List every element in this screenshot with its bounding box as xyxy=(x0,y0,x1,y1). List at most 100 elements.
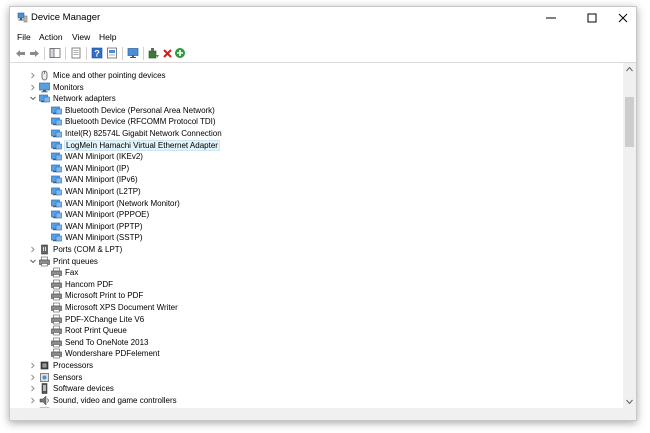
tree-item-label: PDF-XChange Lite V6 xyxy=(65,314,145,324)
enable-device-icon xyxy=(175,48,185,58)
printer-icon xyxy=(51,337,62,348)
device-view-icon xyxy=(107,47,117,59)
tree-category[interactable]: Network adapters xyxy=(11,93,611,104)
network-icon xyxy=(51,152,62,161)
collapsed-chevron-icon[interactable] xyxy=(29,244,37,255)
tree-device[interactable]: WAN Miniport (IP) xyxy=(11,163,611,174)
tree-device[interactable]: Fax xyxy=(11,267,611,278)
menu-view[interactable]: View xyxy=(72,32,90,42)
tree-device[interactable]: WAN Miniport (PPPOE) xyxy=(11,209,611,220)
help-button[interactable]: ? xyxy=(90,46,104,60)
tree-device[interactable]: Intel(R) 82574L Gigabit Network Connecti… xyxy=(11,128,611,139)
toolbar-separator xyxy=(65,47,66,60)
maximize-icon xyxy=(587,13,596,23)
tree-device[interactable]: WAN Miniport (IPv6) xyxy=(11,174,611,185)
collapsed-chevron-icon[interactable] xyxy=(29,360,37,371)
show-hide-icon xyxy=(49,48,61,58)
tree-device[interactable]: WAN Miniport (PPTP) xyxy=(11,221,611,232)
window-title: Device Manager xyxy=(31,12,101,23)
printer-icon xyxy=(51,291,62,301)
tree-device[interactable]: PDF-XChange Lite V6 xyxy=(11,314,611,325)
tree-category[interactable]: Mice and other pointing devices xyxy=(11,70,611,81)
forward-button[interactable] xyxy=(27,46,41,60)
tree-device[interactable]: Bluetooth Device (Personal Area Network) xyxy=(11,105,611,116)
network-icon xyxy=(51,234,62,242)
network-icon xyxy=(51,118,62,126)
tree-device[interactable]: Bluetooth Device (RFCOMM Protocol TDI) xyxy=(11,116,611,127)
enable-device-button[interactable] xyxy=(173,46,187,60)
update-driver-icon xyxy=(148,48,159,59)
processor-icon xyxy=(40,361,49,370)
tree-device[interactable]: Hancom PDF xyxy=(11,279,611,290)
tree-item-label: Root Print Queue xyxy=(65,326,127,336)
back-icon xyxy=(15,49,25,57)
close-button[interactable] xyxy=(608,7,637,29)
collapsed-chevron-icon[interactable] xyxy=(29,372,37,383)
tree-category[interactable]: Sound, video and game controllers xyxy=(11,395,611,406)
expanded-chevron-icon[interactable] xyxy=(29,93,37,104)
show-hide-console-tree-button[interactable] xyxy=(48,46,62,60)
tree-device[interactable]: Send To OneNote 2013 xyxy=(11,337,611,348)
collapsed-chevron-icon[interactable] xyxy=(29,383,37,394)
scroll-down-icon[interactable] xyxy=(626,399,633,405)
tree-item-label: LogMeIn Hamachi Virtual Ethernet Adapter xyxy=(64,139,220,151)
tree-category[interactable]: Sensors xyxy=(11,372,611,383)
svg-text:?: ? xyxy=(94,49,100,59)
tree-item-label: Sound, video and game controllers xyxy=(53,395,177,405)
menu-bar: File Action View Help xyxy=(10,29,636,44)
maximize-button[interactable] xyxy=(577,7,606,29)
tree-device[interactable]: WAN Miniport (SSTP) xyxy=(11,232,611,243)
uninstall-device-button[interactable] xyxy=(160,46,174,60)
printer-icon xyxy=(51,279,62,290)
tree-device[interactable]: WAN Miniport (Network Monitor) xyxy=(11,198,611,209)
device-tree[interactable]: Mice and other pointing devices Monitors N… xyxy=(11,63,623,408)
tree-item-label: Send To OneNote 2013 xyxy=(65,337,149,347)
toolbar-separator xyxy=(86,47,87,60)
minimize-icon xyxy=(545,17,556,19)
device-manager-window: Device Manager File Action View Help ? M… xyxy=(9,6,637,421)
minimize-button[interactable] xyxy=(536,7,565,29)
collapsed-chevron-icon[interactable] xyxy=(29,395,37,406)
toolbar-separator xyxy=(122,47,123,60)
network-icon xyxy=(51,199,62,207)
tree-device[interactable]: Root Print Queue xyxy=(11,325,611,336)
vertical-scroll-thumb[interactable] xyxy=(625,97,634,147)
tree-device[interactable]: WAN Miniport (L2TP) xyxy=(11,186,611,197)
scan-hardware-button[interactable] xyxy=(126,46,140,60)
tree-device[interactable]: Microsoft XPS Document Writer xyxy=(11,302,611,313)
forward-icon xyxy=(29,49,39,57)
back-button[interactable] xyxy=(13,46,27,60)
tree-category[interactable]: Software devices xyxy=(11,383,611,394)
properties-button[interactable] xyxy=(69,46,83,60)
expanded-chevron-icon[interactable] xyxy=(29,256,37,267)
tree-category[interactable]: Print queues xyxy=(11,256,611,267)
update-driver-button[interactable] xyxy=(147,46,161,60)
network-icon xyxy=(51,210,62,219)
software-device-icon xyxy=(41,383,48,394)
scroll-up-icon[interactable] xyxy=(626,66,633,72)
collapsed-chevron-icon[interactable] xyxy=(29,82,37,93)
tree-item-label: Network adapters xyxy=(53,94,116,104)
tree-item-label: Software devices xyxy=(53,384,114,394)
collapsed-chevron-icon[interactable] xyxy=(29,70,37,81)
uninstall-icon xyxy=(162,48,172,58)
printer-icon xyxy=(51,267,62,278)
network-icon xyxy=(51,106,62,115)
tree-device[interactable]: Microsoft Print to PDF xyxy=(11,290,611,301)
tree-device[interactable]: Wondershare PDFelement xyxy=(11,348,611,359)
tree-device[interactable]: WAN Miniport (IKEv2) xyxy=(11,151,611,162)
network-icon xyxy=(51,164,62,173)
sound-icon xyxy=(39,395,49,406)
tree-category[interactable]: Processors xyxy=(11,360,611,371)
tree-item-label: WAN Miniport (L2TP) xyxy=(65,187,141,196)
menu-file[interactable]: File xyxy=(17,32,31,42)
tree-category[interactable]: Monitors xyxy=(11,82,611,93)
tree-device[interactable]: LogMeIn Hamachi Virtual Ethernet Adapter xyxy=(11,139,611,151)
tree-item-label: Wondershare PDFelement xyxy=(65,349,160,359)
menu-help[interactable]: Help xyxy=(99,32,116,42)
device-view-button[interactable] xyxy=(105,46,119,60)
title-bar[interactable]: Device Manager xyxy=(10,7,636,29)
tree-category[interactable]: Ports (COM & LPT) xyxy=(11,244,611,255)
menu-action[interactable]: Action xyxy=(39,32,63,42)
vertical-scrollbar[interactable] xyxy=(623,63,636,408)
